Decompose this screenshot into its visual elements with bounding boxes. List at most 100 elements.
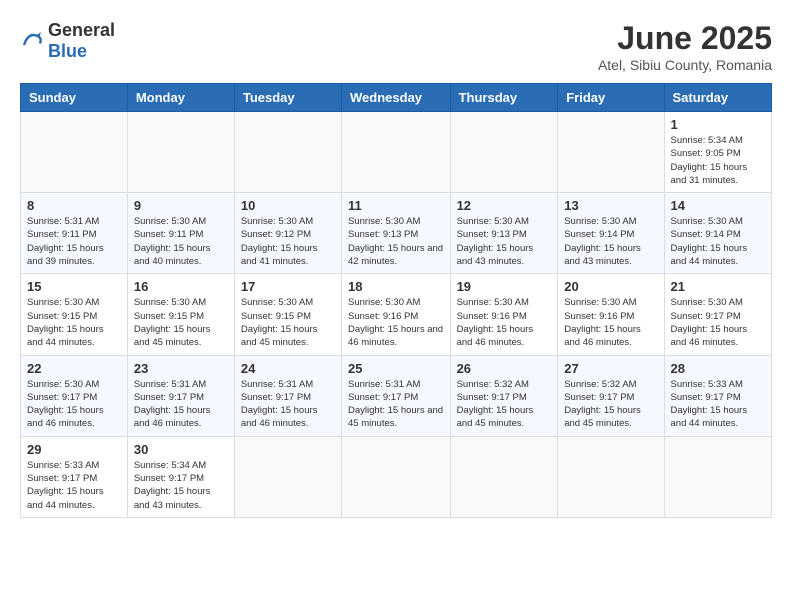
month-year-title: June 2025 (598, 20, 772, 57)
col-saturday: Saturday (664, 84, 771, 112)
table-row: 24 Sunrise: 5:31 AMSunset: 9:17 PMDayligh… (234, 355, 341, 436)
day-info: Sunrise: 5:32 AMSunset: 9:17 PMDaylight:… (564, 378, 657, 431)
col-sunday: Sunday (21, 84, 128, 112)
day-number: 24 (241, 361, 335, 376)
table-row: 26Sunrise: 5:32 AMSunset: 9:17 PMDayligh… (450, 355, 558, 436)
table-row: 1 Sunrise: 5:34 AMSunset: 9:05 PMDaylight… (664, 112, 771, 193)
table-row (342, 112, 451, 193)
day-number: 17 (241, 279, 335, 294)
day-number: 22 (27, 361, 121, 376)
day-info: Sunrise: 5:31 AMSunset: 9:17 PMDaylight:… (241, 378, 335, 431)
day-info: Sunrise: 5:30 AMSunset: 9:11 PMDaylight:… (134, 215, 228, 268)
day-info: Sunrise: 5:30 AMSunset: 9:17 PMDaylight:… (27, 378, 121, 431)
day-info: Sunrise: 5:33 AMSunset: 9:17 PMDaylight:… (671, 378, 765, 431)
table-row: 18 Sunrise: 5:30 AMSunset: 9:16 PMDayligh… (342, 274, 451, 355)
table-row (558, 112, 664, 193)
day-number: 30 (134, 442, 228, 457)
day-number: 23 (134, 361, 228, 376)
day-info: Sunrise: 5:30 AMSunset: 9:15 PMDaylight:… (241, 296, 335, 349)
day-number: 20 (564, 279, 657, 294)
table-row: 8 Sunrise: 5:31 AMSunset: 9:11 PMDaylight… (21, 193, 128, 274)
calendar-week-row: 29Sunrise: 5:33 AMSunset: 9:17 PMDayligh… (21, 436, 772, 517)
day-info: Sunrise: 5:30 AMSunset: 9:13 PMDaylight:… (348, 215, 444, 268)
table-row (234, 436, 341, 517)
day-number: 14 (671, 198, 765, 213)
day-info: Sunrise: 5:34 AMSunset: 9:05 PMDaylight:… (671, 134, 765, 187)
table-row: 10 Sunrise: 5:30 AMSunset: 9:12 PMDayligh… (234, 193, 341, 274)
calendar-week-row: 22 Sunrise: 5:30 AMSunset: 9:17 PMDayligh… (21, 355, 772, 436)
day-number: 25 (348, 361, 444, 376)
col-friday: Friday (558, 84, 664, 112)
table-row (127, 112, 234, 193)
day-number: 1 (671, 117, 765, 132)
logo-blue: Blue (48, 41, 87, 61)
day-number: 11 (348, 198, 444, 213)
table-row: 23 Sunrise: 5:31 AMSunset: 9:17 PMDayligh… (127, 355, 234, 436)
table-row: 13 Sunrise: 5:30 AMSunset: 9:14 PMDayligh… (558, 193, 664, 274)
table-row: 11 Sunrise: 5:30 AMSunset: 9:13 PMDayligh… (342, 193, 451, 274)
calendar-week-row: 15 Sunrise: 5:30 AMSunset: 9:15 PMDayligh… (21, 274, 772, 355)
logo-general: General (48, 20, 115, 40)
table-row: 15 Sunrise: 5:30 AMSunset: 9:15 PMDayligh… (21, 274, 128, 355)
day-info: Sunrise: 5:30 AMSunset: 9:14 PMDaylight:… (564, 215, 657, 268)
table-row: 12Sunrise: 5:30 AMSunset: 9:13 PMDayligh… (450, 193, 558, 274)
location-subtitle: Atel, Sibiu County, Romania (598, 57, 772, 73)
calendar-header-row: Sunday Monday Tuesday Wednesday Thursday… (21, 84, 772, 112)
col-tuesday: Tuesday (234, 84, 341, 112)
day-number: 28 (671, 361, 765, 376)
table-row (450, 436, 558, 517)
logo-icon (20, 29, 44, 53)
calendar-table: Sunday Monday Tuesday Wednesday Thursday… (20, 83, 772, 518)
page-header: General Blue June 2025 Atel, Sibiu Count… (20, 20, 772, 73)
day-info: Sunrise: 5:30 AMSunset: 9:15 PMDaylight:… (134, 296, 228, 349)
table-row (450, 112, 558, 193)
col-monday: Monday (127, 84, 234, 112)
day-number: 27 (564, 361, 657, 376)
day-number: 19 (457, 279, 552, 294)
day-info: Sunrise: 5:30 AMSunset: 9:16 PMDaylight:… (348, 296, 444, 349)
table-row: 22 Sunrise: 5:30 AMSunset: 9:17 PMDayligh… (21, 355, 128, 436)
table-row (234, 112, 341, 193)
table-row (558, 436, 664, 517)
day-number: 13 (564, 198, 657, 213)
day-number: 10 (241, 198, 335, 213)
day-number: 26 (457, 361, 552, 376)
day-info: Sunrise: 5:34 AMSunset: 9:17 PMDaylight:… (134, 459, 228, 512)
day-info: Sunrise: 5:30 AMSunset: 9:16 PMDaylight:… (457, 296, 552, 349)
col-wednesday: Wednesday (342, 84, 451, 112)
calendar-week-row: 1 Sunrise: 5:34 AMSunset: 9:05 PMDaylight… (21, 112, 772, 193)
title-block: June 2025 Atel, Sibiu County, Romania (598, 20, 772, 73)
day-info: Sunrise: 5:30 AMSunset: 9:12 PMDaylight:… (241, 215, 335, 268)
day-info: Sunrise: 5:30 AMSunset: 9:13 PMDaylight:… (457, 215, 552, 268)
table-row: 21 Sunrise: 5:30 AMSunset: 9:17 PMDayligh… (664, 274, 771, 355)
table-row: 17 Sunrise: 5:30 AMSunset: 9:15 PMDayligh… (234, 274, 341, 355)
table-row: 16Sunrise: 5:30 AMSunset: 9:15 PMDayligh… (127, 274, 234, 355)
day-number: 15 (27, 279, 121, 294)
table-row: 14 Sunrise: 5:30 AMSunset: 9:14 PMDayligh… (664, 193, 771, 274)
day-info: Sunrise: 5:30 AMSunset: 9:17 PMDaylight:… (671, 296, 765, 349)
calendar-week-row: 8 Sunrise: 5:31 AMSunset: 9:11 PMDaylight… (21, 193, 772, 274)
table-row (664, 436, 771, 517)
table-row: 27 Sunrise: 5:32 AMSunset: 9:17 PMDayligh… (558, 355, 664, 436)
table-row: 9 Sunrise: 5:30 AMSunset: 9:11 PMDaylight… (127, 193, 234, 274)
table-row: 19 Sunrise: 5:30 AMSunset: 9:16 PMDayligh… (450, 274, 558, 355)
day-info: Sunrise: 5:31 AMSunset: 9:11 PMDaylight:… (27, 215, 121, 268)
day-info: Sunrise: 5:30 AMSunset: 9:15 PMDaylight:… (27, 296, 121, 349)
day-number: 18 (348, 279, 444, 294)
day-number: 21 (671, 279, 765, 294)
table-row: 29Sunrise: 5:33 AMSunset: 9:17 PMDayligh… (21, 436, 128, 517)
table-row: 20 Sunrise: 5:30 AMSunset: 9:16 PMDayligh… (558, 274, 664, 355)
table-row (342, 436, 451, 517)
day-info: Sunrise: 5:30 AMSunset: 9:16 PMDaylight:… (564, 296, 657, 349)
table-row (21, 112, 128, 193)
table-row: 30 Sunrise: 5:34 AMSunset: 9:17 PMDayligh… (127, 436, 234, 517)
day-info: Sunrise: 5:31 AMSunset: 9:17 PMDaylight:… (134, 378, 228, 431)
day-number: 8 (27, 198, 121, 213)
logo: General Blue (20, 20, 115, 62)
table-row: 25Sunrise: 5:31 AMSunset: 9:17 PMDayligh… (342, 355, 451, 436)
col-thursday: Thursday (450, 84, 558, 112)
day-info: Sunrise: 5:30 AMSunset: 9:14 PMDaylight:… (671, 215, 765, 268)
day-number: 29 (27, 442, 121, 457)
table-row: 28 Sunrise: 5:33 AMSunset: 9:17 PMDayligh… (664, 355, 771, 436)
day-number: 9 (134, 198, 228, 213)
